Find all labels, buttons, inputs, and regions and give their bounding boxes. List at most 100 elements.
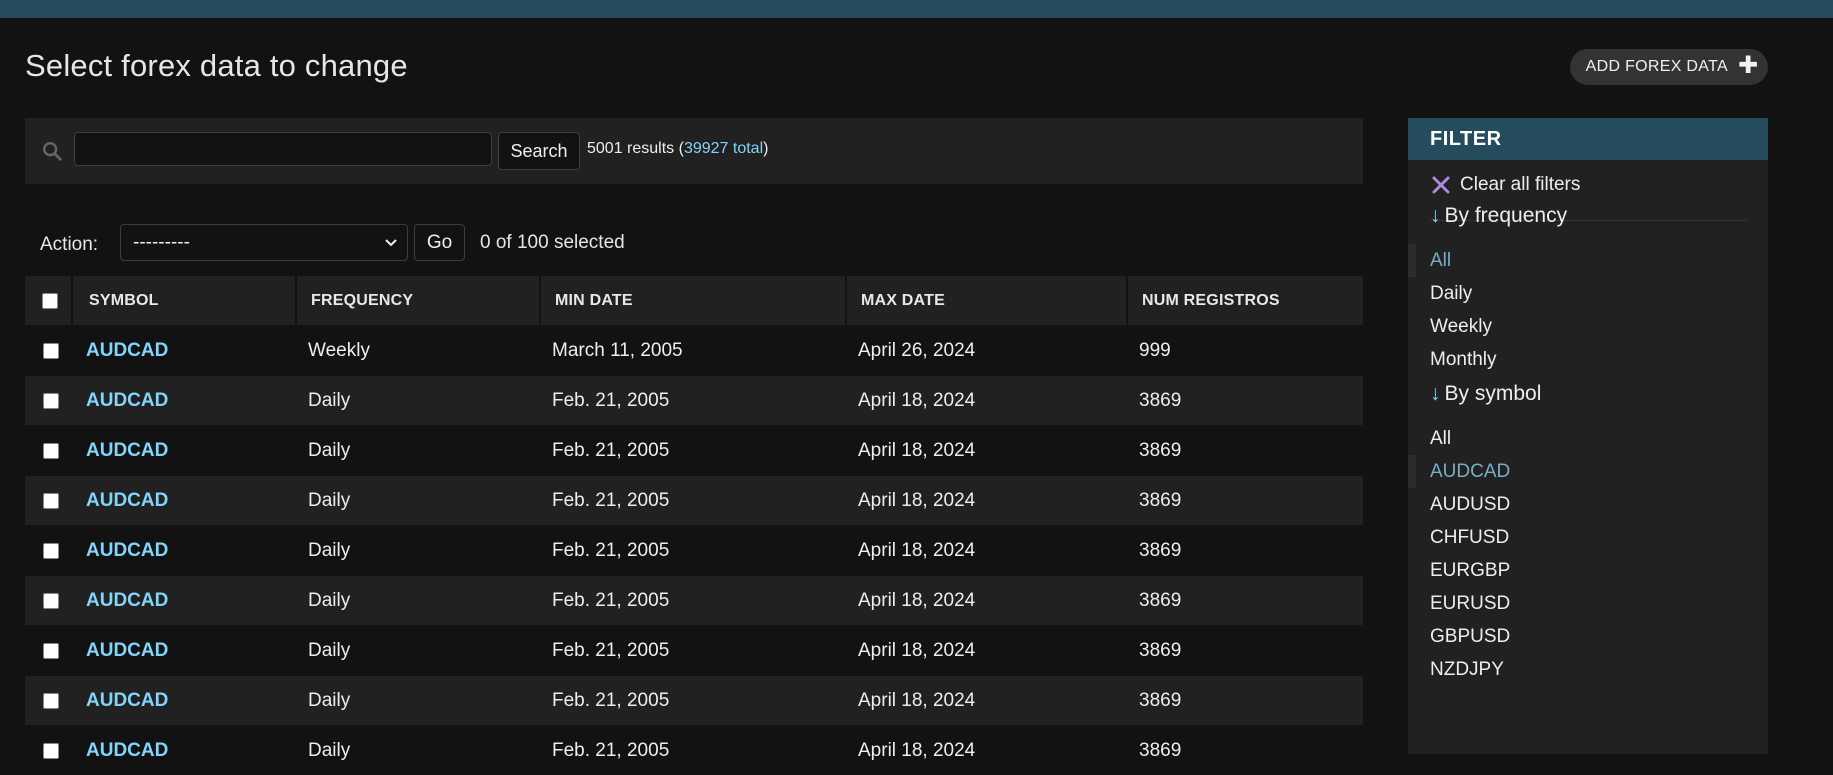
symbol-cell: AUDCAD	[72, 726, 296, 775]
row-checkbox[interactable]	[43, 643, 59, 659]
symbol-link[interactable]: AUDCAD	[86, 440, 168, 461]
min-date-cell: March 11, 2005	[540, 326, 846, 376]
result-count-suffix: )	[763, 140, 768, 157]
search-input[interactable]	[74, 132, 492, 166]
symbol-filter-option-nzdjpy[interactable]: NZDJPY	[1408, 653, 1768, 686]
column-header-max-date[interactable]: MAX DATE	[846, 276, 1127, 326]
num-registros-cell: 999	[1127, 326, 1363, 376]
row-checkbox[interactable]	[43, 543, 59, 559]
symbol-link[interactable]: AUDCAD	[86, 740, 168, 761]
row-checkbox[interactable]	[43, 393, 59, 409]
filter-header: FILTER	[1408, 118, 1768, 160]
action-select-value: ---------	[133, 232, 190, 254]
table-body: AUDCAD WeeklyMarch 11, 2005April 26, 2024…	[25, 326, 1363, 775]
max-date-cell: April 18, 2024	[846, 376, 1127, 426]
frequency-filter-list: AllDailyWeeklyMonthly	[1408, 244, 1768, 376]
min-date-cell: Feb. 21, 2005	[540, 576, 846, 626]
symbol-filter-option-chfusd[interactable]: CHFUSD	[1408, 521, 1768, 554]
page-title: Select forex data to change	[25, 48, 408, 84]
close-icon	[1430, 174, 1452, 196]
min-date-cell: Feb. 21, 2005	[540, 426, 846, 476]
frequency-filter-option-monthly[interactable]: Monthly	[1408, 343, 1768, 376]
chevron-down-icon	[383, 234, 399, 250]
symbol-filter-option-gbpusd[interactable]: GBPUSD	[1408, 620, 1768, 653]
min-date-cell: Feb. 21, 2005	[540, 626, 846, 676]
results-table: SYMBOL FREQUENCY MIN DATE MAX DATE NUM R…	[25, 276, 1363, 775]
max-date-cell: April 18, 2024	[846, 676, 1127, 726]
plus-icon: ✚	[1738, 54, 1758, 78]
table-row: AUDCADDailyFeb. 21, 2005April 18, 202438…	[25, 576, 1363, 626]
frequency-cell: Weekly	[296, 326, 540, 376]
row-checkbox[interactable]	[43, 743, 59, 759]
filter-panel: FILTER Clear all filters ↓By frequency A…	[1408, 118, 1768, 754]
table-row: AUDCADDailyFeb. 21, 2005April 18, 202438…	[25, 376, 1363, 426]
column-header-frequency[interactable]: FREQUENCY	[296, 276, 540, 326]
num-registros-cell: 3869	[1127, 476, 1363, 526]
num-registros-cell: 3869	[1127, 626, 1363, 676]
frequency-filter-option-weekly[interactable]: Weekly	[1408, 310, 1768, 343]
row-checkbox-cell	[25, 676, 72, 726]
frequency-filter-option-daily[interactable]: Daily	[1408, 277, 1768, 310]
frequency-cell: Daily	[296, 676, 540, 726]
column-header-symbol[interactable]: SYMBOL	[72, 276, 296, 326]
max-date-cell: April 26, 2024	[846, 326, 1127, 376]
table-row: AUDCADDailyFeb. 21, 2005April 18, 202438…	[25, 726, 1363, 775]
row-checkbox[interactable]	[43, 343, 59, 359]
top-header-bar	[0, 0, 1833, 18]
row-checkbox[interactable]	[43, 693, 59, 709]
max-date-cell: April 18, 2024	[846, 476, 1127, 526]
action-select[interactable]: ---------	[120, 224, 408, 261]
symbol-cell: AUDCAD	[72, 576, 296, 626]
frequency-filter-option-all[interactable]: All	[1408, 244, 1768, 277]
row-checkbox[interactable]	[43, 493, 59, 509]
num-registros-cell: 3869	[1127, 426, 1363, 476]
symbol-cell: AUDCAD	[72, 426, 296, 476]
frequency-cell: Daily	[296, 526, 540, 576]
row-checkbox-cell	[25, 526, 72, 576]
filter-title-frequency[interactable]: ↓By frequency	[1430, 204, 1567, 228]
row-checkbox[interactable]	[43, 593, 59, 609]
add-forex-data-button[interactable]: ADD FOREX DATA ✚	[1570, 49, 1768, 85]
num-registros-cell: 3869	[1127, 576, 1363, 626]
row-checkbox-cell	[25, 326, 72, 376]
action-label: Action:	[40, 234, 98, 256]
total-results-link[interactable]: 39927 total	[684, 140, 763, 157]
row-checkbox-cell	[25, 626, 72, 676]
selected-count: 0 of 100 selected	[480, 232, 625, 254]
filter-title-symbol[interactable]: ↓By symbol	[1430, 382, 1541, 406]
symbol-cell: AUDCAD	[72, 526, 296, 576]
row-checkbox-cell	[25, 726, 72, 775]
search-bar: Search 5001 results (39927 total)	[25, 118, 1363, 184]
symbol-link[interactable]: AUDCAD	[86, 690, 168, 711]
symbol-filter-option-audusd[interactable]: AUDUSD	[1408, 488, 1768, 521]
go-button[interactable]: Go	[414, 224, 465, 261]
symbol-link[interactable]: AUDCAD	[86, 490, 168, 511]
select-all-checkbox[interactable]	[42, 293, 58, 309]
frequency-cell: Daily	[296, 426, 540, 476]
result-count-text: 5001 results (	[587, 140, 684, 157]
symbol-link[interactable]: AUDCAD	[86, 340, 168, 361]
symbol-filter-option-eurgbp[interactable]: EURGBP	[1408, 554, 1768, 587]
symbol-link[interactable]: AUDCAD	[86, 640, 168, 661]
search-button[interactable]: Search	[498, 132, 580, 170]
frequency-cell: Daily	[296, 576, 540, 626]
min-date-cell: Feb. 21, 2005	[540, 376, 846, 426]
min-date-cell: Feb. 21, 2005	[540, 726, 846, 775]
min-date-cell: Feb. 21, 2005	[540, 476, 846, 526]
symbol-link[interactable]: AUDCAD	[86, 540, 168, 561]
clear-all-filters-link[interactable]: Clear all filters	[1430, 174, 1580, 196]
symbol-link[interactable]: AUDCAD	[86, 390, 168, 411]
symbol-link[interactable]: AUDCAD	[86, 590, 168, 611]
add-button-label: ADD FOREX DATA	[1586, 58, 1728, 76]
symbol-filter-option-eurusd[interactable]: EURUSD	[1408, 587, 1768, 620]
column-header-min-date[interactable]: MIN DATE	[540, 276, 846, 326]
select-all-header	[25, 276, 72, 326]
symbol-filter-option-all[interactable]: All	[1408, 422, 1768, 455]
arrow-down-icon: ↓	[1430, 382, 1441, 405]
row-checkbox[interactable]	[43, 443, 59, 459]
column-header-num-registros[interactable]: NUM REGISTROS	[1127, 276, 1363, 326]
symbol-filter-option-audcad[interactable]: AUDCAD	[1408, 455, 1768, 488]
actions-bar: Action: --------- Go 0 of 100 selected	[25, 224, 725, 264]
table-row: AUDCADDailyFeb. 21, 2005April 18, 202438…	[25, 676, 1363, 726]
row-checkbox-cell	[25, 376, 72, 426]
